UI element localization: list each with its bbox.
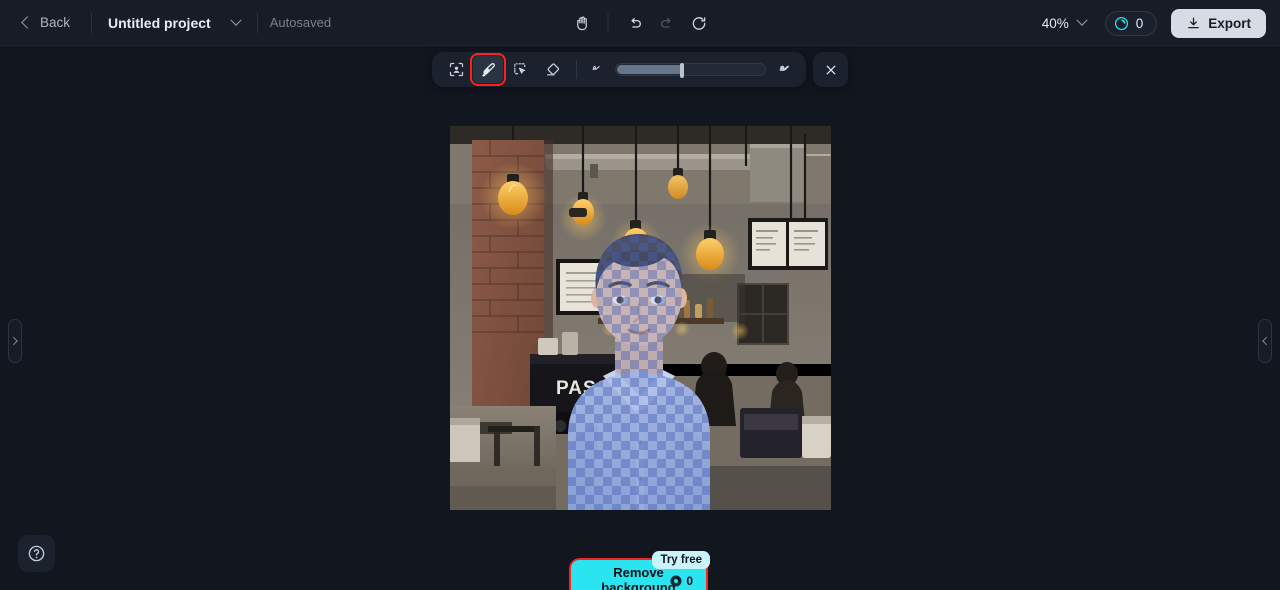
- app-header: Back Untitled project Autosaved 40% 0 Ex…: [0, 0, 1280, 46]
- portrait-select-tool[interactable]: [441, 56, 471, 83]
- brush-size-slider[interactable]: [615, 63, 766, 78]
- redo-button[interactable]: [652, 8, 682, 38]
- slider-handle[interactable]: [679, 63, 684, 78]
- export-button[interactable]: Export: [1171, 8, 1266, 38]
- credits-count: 0: [1135, 15, 1144, 31]
- slider-fill: [617, 65, 683, 74]
- credit-coin-icon: [1114, 16, 1128, 30]
- chevron-down-icon: [1076, 14, 1088, 26]
- chevron-right-icon: [9, 336, 18, 346]
- cursor-marquee-icon: [513, 63, 525, 75]
- paintbrush-icon: [481, 62, 495, 76]
- cafe-interior-portrait-illustration: PASSTO: [450, 126, 831, 510]
- header-tool-divider: [607, 14, 609, 32]
- undo-button[interactable]: [620, 8, 650, 38]
- hand-pan-icon: [576, 16, 587, 30]
- remove-background-cost: 0: [669, 574, 693, 588]
- editor-stage: PASSTO: [0, 46, 1280, 590]
- refresh-reset-icon: [692, 16, 705, 30]
- project-name[interactable]: Untitled project: [104, 11, 215, 35]
- back-button[interactable]: Back: [14, 10, 79, 35]
- undo-icon: [631, 17, 641, 28]
- remove-background-highlight: Remove background 0 Try free: [569, 551, 710, 590]
- close-toolbar-button[interactable]: [813, 52, 848, 87]
- magic-select-tool[interactable]: [505, 56, 535, 83]
- edit-toolbar: [432, 52, 806, 87]
- person-in-frame-icon: [449, 62, 463, 77]
- download-icon: [1188, 17, 1200, 28]
- header-left-group: Back Untitled project Autosaved: [0, 10, 331, 35]
- help-button[interactable]: [18, 535, 55, 572]
- header-divider-1: [91, 12, 93, 33]
- project-menu-button[interactable]: [227, 14, 245, 32]
- zoom-level-value: 40%: [1041, 15, 1069, 31]
- credits-badge[interactable]: 0: [1104, 10, 1158, 36]
- header-center-tools: [567, 0, 714, 46]
- chevron-down-icon: [230, 14, 242, 26]
- back-button-label: Back: [40, 15, 71, 30]
- header-right-group: 40% 0 Export: [1037, 0, 1266, 46]
- chevron-left-icon: [1262, 336, 1271, 346]
- eraser-icon: [546, 63, 559, 76]
- chevron-left-icon: [21, 16, 34, 29]
- credit-coin-icon: [670, 575, 682, 587]
- right-panel-handle[interactable]: [1258, 319, 1272, 363]
- canvas-image[interactable]: PASSTO: [450, 126, 831, 510]
- remove-background-button[interactable]: Remove background 0 Try free: [571, 551, 710, 590]
- zoom-control[interactable]: 40%: [1037, 12, 1091, 35]
- edit-toolbar-wrapper: [432, 52, 848, 87]
- hand-pan-button[interactable]: [567, 8, 597, 38]
- brush-size-row: [586, 58, 797, 81]
- autosave-status: Autosaved: [269, 15, 332, 30]
- toolbar-divider: [576, 60, 577, 79]
- question-mark-circle-icon: [28, 545, 45, 562]
- redo-icon: [660, 17, 670, 28]
- brush-tool[interactable]: [470, 53, 506, 86]
- large-brush-stroke-icon: [776, 58, 794, 81]
- close-x-icon: [826, 65, 835, 74]
- left-panel-handle[interactable]: [8, 319, 22, 363]
- remove-background-cost-value: 0: [686, 574, 693, 588]
- reset-button[interactable]: [684, 8, 714, 38]
- small-brush-stroke-icon: [589, 59, 605, 80]
- try-free-badge[interactable]: Try free: [652, 551, 710, 569]
- header-divider-2: [256, 12, 258, 33]
- eraser-tool[interactable]: [537, 56, 567, 83]
- export-button-label: Export: [1208, 15, 1251, 31]
